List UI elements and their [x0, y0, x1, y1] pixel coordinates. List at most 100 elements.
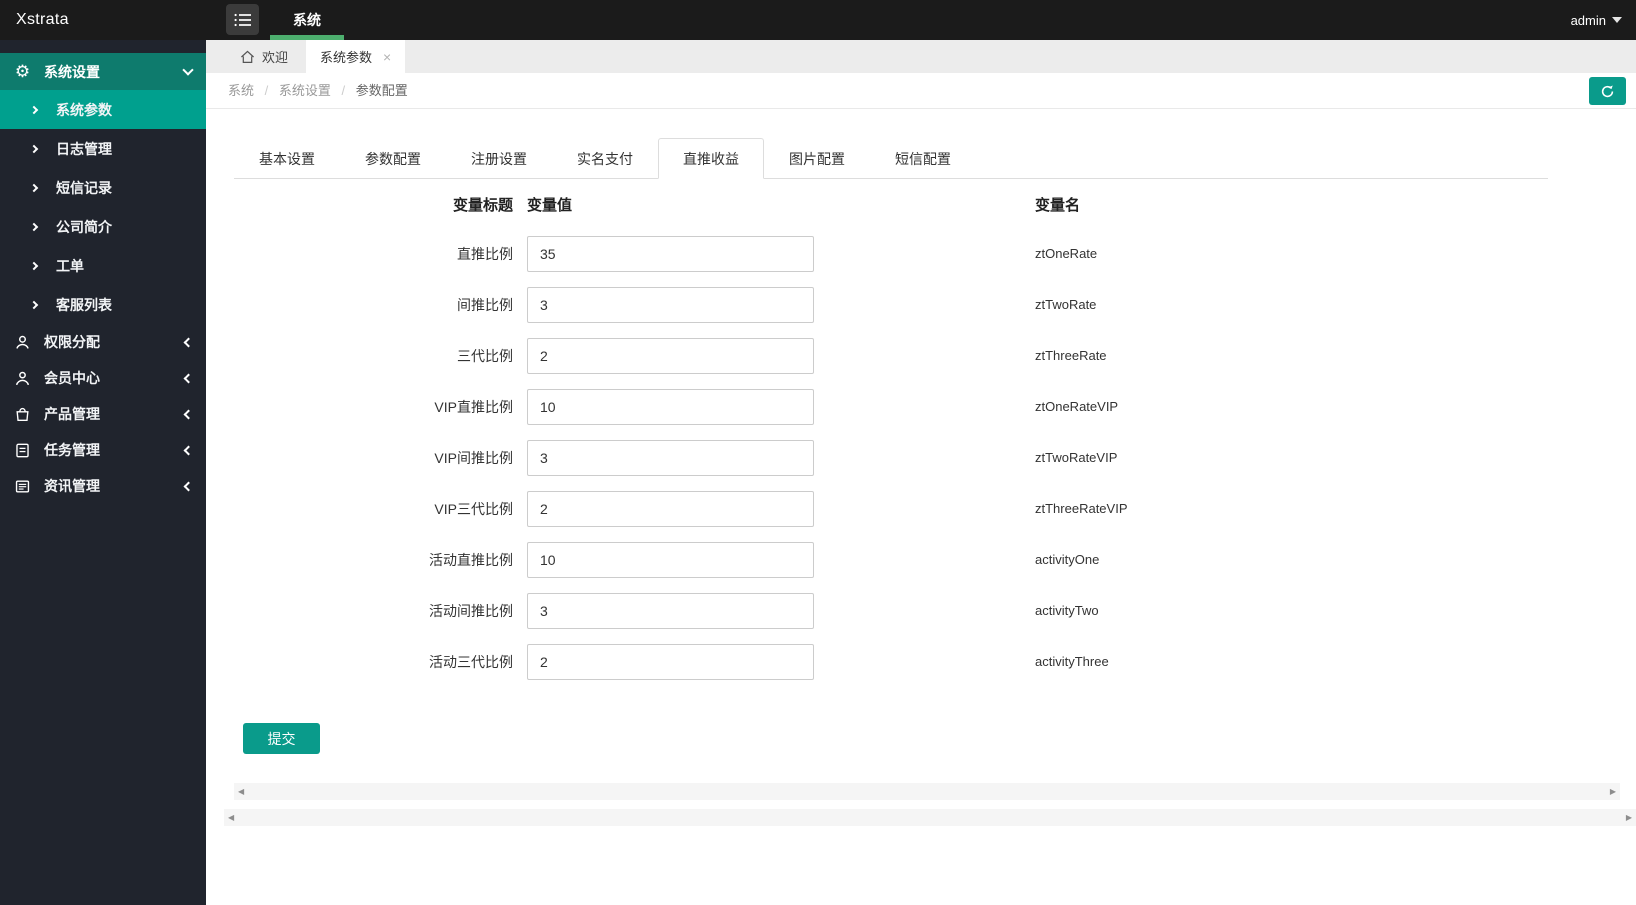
menu-list-icon	[234, 13, 252, 27]
task-file-icon	[14, 442, 31, 459]
row-variable-name: activityThree	[1035, 654, 1109, 669]
row-value-input[interactable]	[527, 287, 814, 323]
row-variable-name: ztThreeRate	[1035, 348, 1107, 363]
chevron-left-icon	[183, 409, 194, 419]
row-variable-name: ztTwoRate	[1035, 297, 1097, 312]
settings-tab-label: 短信配置	[895, 151, 951, 167]
settings-tab[interactable]: 短信配置	[870, 138, 976, 179]
row-variable-name: ztThreeRateVIP	[1035, 501, 1128, 516]
chevron-right-icon	[29, 300, 39, 309]
row-variable-name: ztOneRateVIP	[1035, 399, 1119, 414]
row-label: VIP直推比例	[434, 399, 513, 415]
sidebar-item-system-params[interactable]: 系统参数	[0, 90, 206, 129]
settings-tab[interactable]: 图片配置	[764, 138, 870, 179]
chevron-left-icon	[183, 373, 194, 383]
header-variable-title: 变量标题	[452, 197, 513, 214]
close-icon[interactable]: ×	[383, 49, 391, 65]
row-label: 三代比例	[457, 348, 513, 364]
form-row: VIP间推比例 ztTwoRateVIP	[206, 440, 1636, 476]
settings-tab[interactable]: 直推收益	[658, 138, 764, 179]
scroll-left-icon[interactable]: ◀	[238, 783, 244, 800]
form-row: 活动三代比例 activityThree	[206, 644, 1636, 680]
submit-button[interactable]: 提交	[243, 723, 320, 754]
chevron-right-icon	[29, 144, 39, 153]
refresh-button[interactable]	[1589, 77, 1626, 105]
breadcrumb-item: 系统	[228, 83, 255, 98]
settings-tab-label: 直推收益	[683, 151, 739, 167]
row-label: 活动直推比例	[429, 552, 513, 568]
row-value-input[interactable]	[527, 491, 814, 527]
horizontal-scrollbar-outer[interactable]: ◀ ▶	[224, 809, 1636, 826]
row-label: 直推比例	[457, 246, 513, 262]
row-value-input[interactable]	[527, 644, 814, 680]
horizontal-scrollbar-inner[interactable]: ◀ ▶	[234, 783, 1620, 800]
sidebar-item-news-management[interactable]: 资讯管理	[0, 468, 206, 504]
settings-tab[interactable]: 基本设置	[234, 138, 340, 179]
row-label: 活动三代比例	[429, 654, 513, 670]
settings-tab[interactable]: 实名支付	[552, 138, 658, 179]
scroll-right-icon[interactable]: ▶	[1610, 783, 1616, 800]
form-row: 活动直推比例 activityOne	[206, 542, 1636, 578]
row-label: VIP间推比例	[434, 450, 513, 466]
sidebar-item-permissions[interactable]: 权限分配	[0, 324, 206, 360]
gear-icon: ⚙	[14, 62, 31, 81]
sidebar-item-task-management[interactable]: 任务管理	[0, 432, 206, 468]
row-value-input[interactable]	[527, 593, 814, 629]
chevron-right-icon	[29, 183, 39, 192]
user-menu[interactable]: admin	[1571, 0, 1622, 40]
home-icon	[240, 50, 255, 64]
tab-system-params-label: 系统参数	[320, 50, 373, 65]
breadcrumb: 系统 / 系统设置 / 参数配置	[228, 73, 408, 108]
tab-system-params[interactable]: 系统参数 ×	[306, 40, 406, 73]
active-nav-underline	[270, 35, 344, 40]
settings-tab-label: 注册设置	[471, 151, 527, 167]
sidebar-item-customer-service-list[interactable]: 客服列表	[0, 285, 206, 324]
row-value-input[interactable]	[527, 236, 814, 272]
form-row: VIP直推比例 ztOneRateVIP	[206, 389, 1636, 425]
sidebar-item-member-center[interactable]: 会员中心	[0, 360, 206, 396]
sidebar-toggle-button[interactable]	[226, 4, 259, 35]
row-value-input[interactable]	[527, 542, 814, 578]
sidebar-item-company-profile[interactable]: 公司简介	[0, 207, 206, 246]
form-header-row: 变量标题 变量值 变量名	[206, 194, 1636, 214]
topnav-item-system[interactable]: 系统	[270, 0, 344, 40]
form-row: VIP三代比例 ztThreeRateVIP	[206, 491, 1636, 527]
topnav-item-label: 系统	[293, 12, 321, 28]
member-icon	[14, 370, 31, 387]
sidebar-item-log-management[interactable]: 日志管理	[0, 129, 206, 168]
row-value-input[interactable]	[527, 389, 814, 425]
settings-tab-label: 参数配置	[365, 151, 421, 167]
caret-down-icon	[1612, 17, 1622, 23]
sidebar-item-product-management[interactable]: 产品管理	[0, 396, 206, 432]
form-rows: 直推比例 ztOneRate 间推比例 ztTwoRate 三代比例 ztThr…	[206, 236, 1636, 695]
username-label: admin	[1570, 12, 1606, 28]
sidebar-item-sms-records[interactable]: 短信记录	[0, 168, 206, 207]
row-value-input[interactable]	[527, 440, 814, 476]
breadcrumb-separator: /	[264, 83, 269, 98]
scroll-left-icon[interactable]: ◀	[228, 809, 234, 826]
settings-tabs: 基本设置 参数配置 注册设置 实名支付 直推收益 图片配置 短信配置	[234, 138, 1548, 179]
chevron-right-icon	[29, 222, 39, 231]
user-icon	[14, 334, 31, 351]
form-row: 间推比例 ztTwoRate	[206, 287, 1636, 323]
tab-welcome-label: 欢迎	[262, 50, 289, 65]
news-book-icon	[14, 478, 31, 495]
chevron-left-icon	[183, 481, 194, 491]
sidebar-item-work-order[interactable]: 工单	[0, 246, 206, 285]
row-value-input[interactable]	[527, 338, 814, 374]
header-variable-name: 变量名	[1035, 197, 1081, 214]
breadcrumb-item-current: 参数配置	[355, 83, 408, 98]
chevron-left-icon	[183, 337, 194, 347]
product-bag-icon	[14, 406, 31, 423]
header-variable-value: 变量值	[527, 197, 573, 214]
scroll-right-icon[interactable]: ▶	[1626, 809, 1632, 826]
row-label: 间推比例	[457, 297, 513, 313]
settings-tab[interactable]: 参数配置	[340, 138, 446, 179]
chevron-right-icon	[29, 261, 39, 270]
settings-tab[interactable]: 注册设置	[446, 138, 552, 179]
row-label: 活动间推比例	[429, 603, 513, 619]
chevron-down-icon	[182, 63, 194, 76]
sidebar-section-system-settings[interactable]: ⚙ 系统设置	[0, 53, 206, 90]
tab-welcome[interactable]: 欢迎	[222, 40, 306, 73]
form-row: 活动间推比例 activityTwo	[206, 593, 1636, 629]
